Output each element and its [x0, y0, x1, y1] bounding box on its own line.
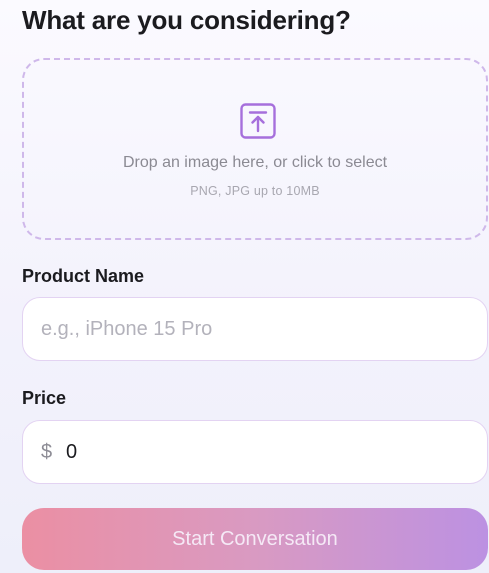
start-conversation-button[interactable]: Start Conversation: [22, 508, 488, 570]
currency-symbol: $: [41, 440, 53, 463]
dropzone-hint: PNG, JPG up to 10MB: [190, 184, 320, 198]
price-label: Price: [22, 388, 67, 408]
product-name-input[interactable]: [41, 298, 475, 360]
price-field[interactable]: $: [22, 420, 488, 484]
page-title: What are you considering?: [22, 5, 351, 35]
product-name-label: Product Name: [22, 266, 145, 286]
product-name-field[interactable]: [22, 297, 488, 361]
dropzone-text: Drop an image here, or click to select: [122, 154, 388, 171]
image-dropzone[interactable]: Drop an image here, or click to select P…: [22, 58, 488, 240]
upload-icon: [240, 103, 276, 139]
price-input[interactable]: [66, 421, 475, 483]
